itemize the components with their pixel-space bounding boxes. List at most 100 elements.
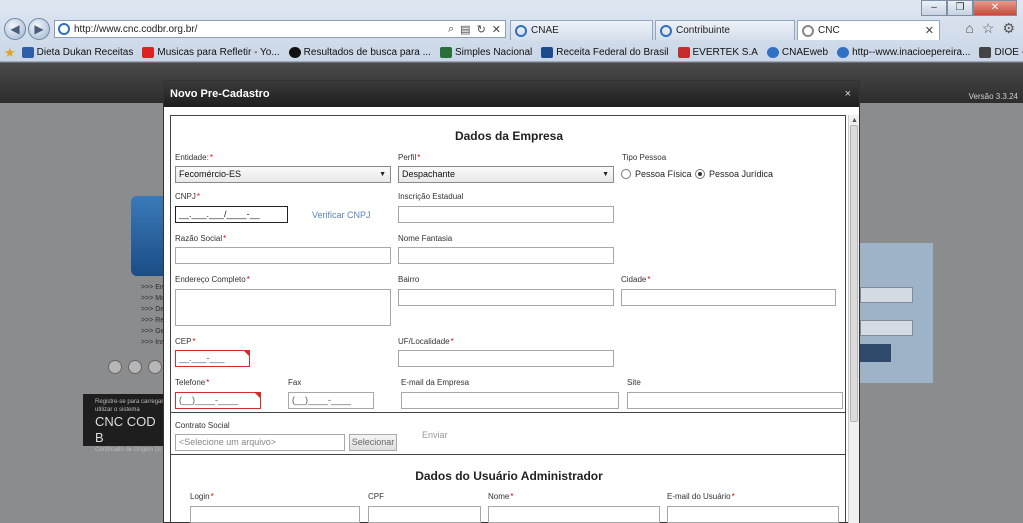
chevron-down-icon: ▼ [379,171,386,178]
telefone-field[interactable]: (__)____-____ [175,392,261,409]
tab-label: Contribuinte [676,25,730,36]
email-empresa-label: E-mail da Empresa [401,378,470,387]
favorite-item[interactable]: http--www.inacioepereira... [837,47,970,58]
refresh-icon[interactable]: ↻ [477,23,486,36]
email-usuario-label: E-mail do Usuário* [667,492,735,501]
forward-button[interactable]: ▶ [28,18,50,40]
home-icon[interactable]: ⌂ [965,20,973,37]
youtube-icon [142,47,155,58]
dialog-scrollbar[interactable]: ▲ [848,115,859,523]
password-input [860,320,913,336]
bairro-field[interactable] [398,289,614,306]
tab-label: CNC [818,25,840,36]
restore-button[interactable]: ❐ [947,0,973,16]
login-field[interactable] [190,506,360,523]
version-label: Versão 3.3.24 [968,92,1018,101]
address-bar[interactable]: http://www.cnc.codbr.org.br/ ⌕ ▤ ↻ ✕ [54,20,506,38]
telefone-label: Telefone* [175,378,210,387]
menu-item: >>> Re [141,317,165,324]
tab-contribuinte[interactable]: Contribuinte [655,20,795,40]
ie-icon [766,47,779,58]
favorite-item[interactable]: Resultados de busca para ... [288,47,431,58]
close-tab-icon[interactable]: ✕ [925,24,934,37]
login-panel [860,243,933,383]
cidade-field[interactable] [621,289,836,306]
menu-item: >>> Ge [141,328,165,335]
endereco-textarea[interactable] [175,289,391,326]
favorite-item[interactable]: DIOE - Departamento de I... [979,47,1023,58]
cep-label: CEP* [175,337,196,346]
radio-selected-icon [695,169,705,179]
favorite-item[interactable]: EVERTEK S.A [677,47,758,58]
favorite-item[interactable]: Musicas para Refletir - Yo... [142,47,280,58]
uf-label: UF/Localidade* [398,337,454,346]
divider [171,454,845,455]
page-icon [802,24,814,37]
razao-social-label: Razão Social* [175,234,227,243]
dialog-title: Novo Pre-Cadastro [170,88,270,100]
menu-item: >>> Mo [141,295,165,302]
ie-icon [515,24,527,37]
dialog-form: Dados da Empresa Entidade:* Fecomércio-E… [170,115,846,523]
ie-icon [837,47,850,58]
scroll-thumb[interactable] [850,125,858,422]
contrato-file-field[interactable]: <Selecione um arquivo> [175,434,345,451]
inscricao-estadual-field[interactable] [398,206,614,223]
nome-field[interactable] [488,506,660,523]
contrato-social-label: Contrato Social [175,421,230,430]
favorites-star-icon[interactable]: ☆ [982,20,995,37]
favorites-star-icon[interactable]: ★ [4,45,16,61]
stop-icon[interactable]: ✕ [492,23,501,36]
tab-label: CNAE [531,25,559,36]
language-flags [108,360,162,374]
verificar-cnpj-button[interactable]: Verificar CNPJ [312,210,371,220]
cnpj-field[interactable]: __.___.___/____-__ [175,206,288,223]
flag-icon [128,360,142,374]
window-close-button[interactable]: ✕ [973,0,1017,16]
nome-fantasia-field[interactable] [398,247,614,264]
cpf-label: CPF [368,492,384,501]
favorite-item[interactable]: Receita Federal do Brasil [541,47,669,58]
email-empresa-field[interactable] [401,392,619,409]
pessoa-fisica-radio[interactable]: Pessoa Física [621,169,692,179]
site-label: Site [627,378,641,387]
compat-icon[interactable]: ▤ [460,23,470,36]
ie-icon [660,24,672,37]
browser-chrome: – ❐ ✕ ◀ ▶ http://www.cnc.codbr.org.br/ ⌕… [0,0,1023,62]
gear-icon[interactable]: ⚙ [1002,20,1015,37]
scroll-up-icon[interactable]: ▲ [851,117,858,124]
search-icon[interactable]: ⌕ [448,23,454,36]
site-icon [439,47,452,58]
inscricao-label: Inscrição Estadual [398,192,464,201]
section-title-usuario: Dados do Usuário Administrador [415,469,603,483]
fax-field[interactable]: (__)____-____ [288,392,374,409]
login-label: Login* [190,492,214,501]
cnpj-label: CNPJ* [175,192,201,201]
entidade-select[interactable]: Fecomércio-ES ▼ [175,166,391,183]
close-icon[interactable]: × [845,81,851,107]
perfil-select[interactable]: Despachante ▼ [398,166,614,183]
enviar-button[interactable]: Enviar [422,430,448,440]
email-usuario-field[interactable] [667,506,839,523]
tab-cnae[interactable]: CNAE [510,20,653,40]
minimize-button[interactable]: – [921,0,947,16]
site-icon [288,47,301,58]
back-button[interactable]: ◀ [4,18,26,40]
ie-icon [58,23,70,35]
selecionar-button[interactable]: Selecionar [349,434,397,451]
favorite-item[interactable]: Dieta Dukan Receitas [21,47,133,58]
site-icon [541,47,554,58]
pessoa-juridica-radio[interactable]: Pessoa Jurídica [695,169,773,179]
menu-item: >>> De [141,306,165,313]
favorite-item[interactable]: CNAEweb [766,47,828,58]
razao-social-field[interactable] [175,247,391,264]
site-field[interactable] [627,392,843,409]
uf-localidade-field[interactable] [398,350,614,367]
tab-cnc[interactable]: CNC ✕ [797,20,940,40]
bairro-label: Bairro [398,275,420,284]
favorite-item[interactable]: Simples Nacional [439,47,532,58]
cep-field[interactable]: __.___-___ [175,350,250,367]
tipo-pessoa-label: Tipo Pessoa [622,153,667,162]
nome-label: Nome* [488,492,514,501]
cpf-field[interactable] [368,506,481,523]
